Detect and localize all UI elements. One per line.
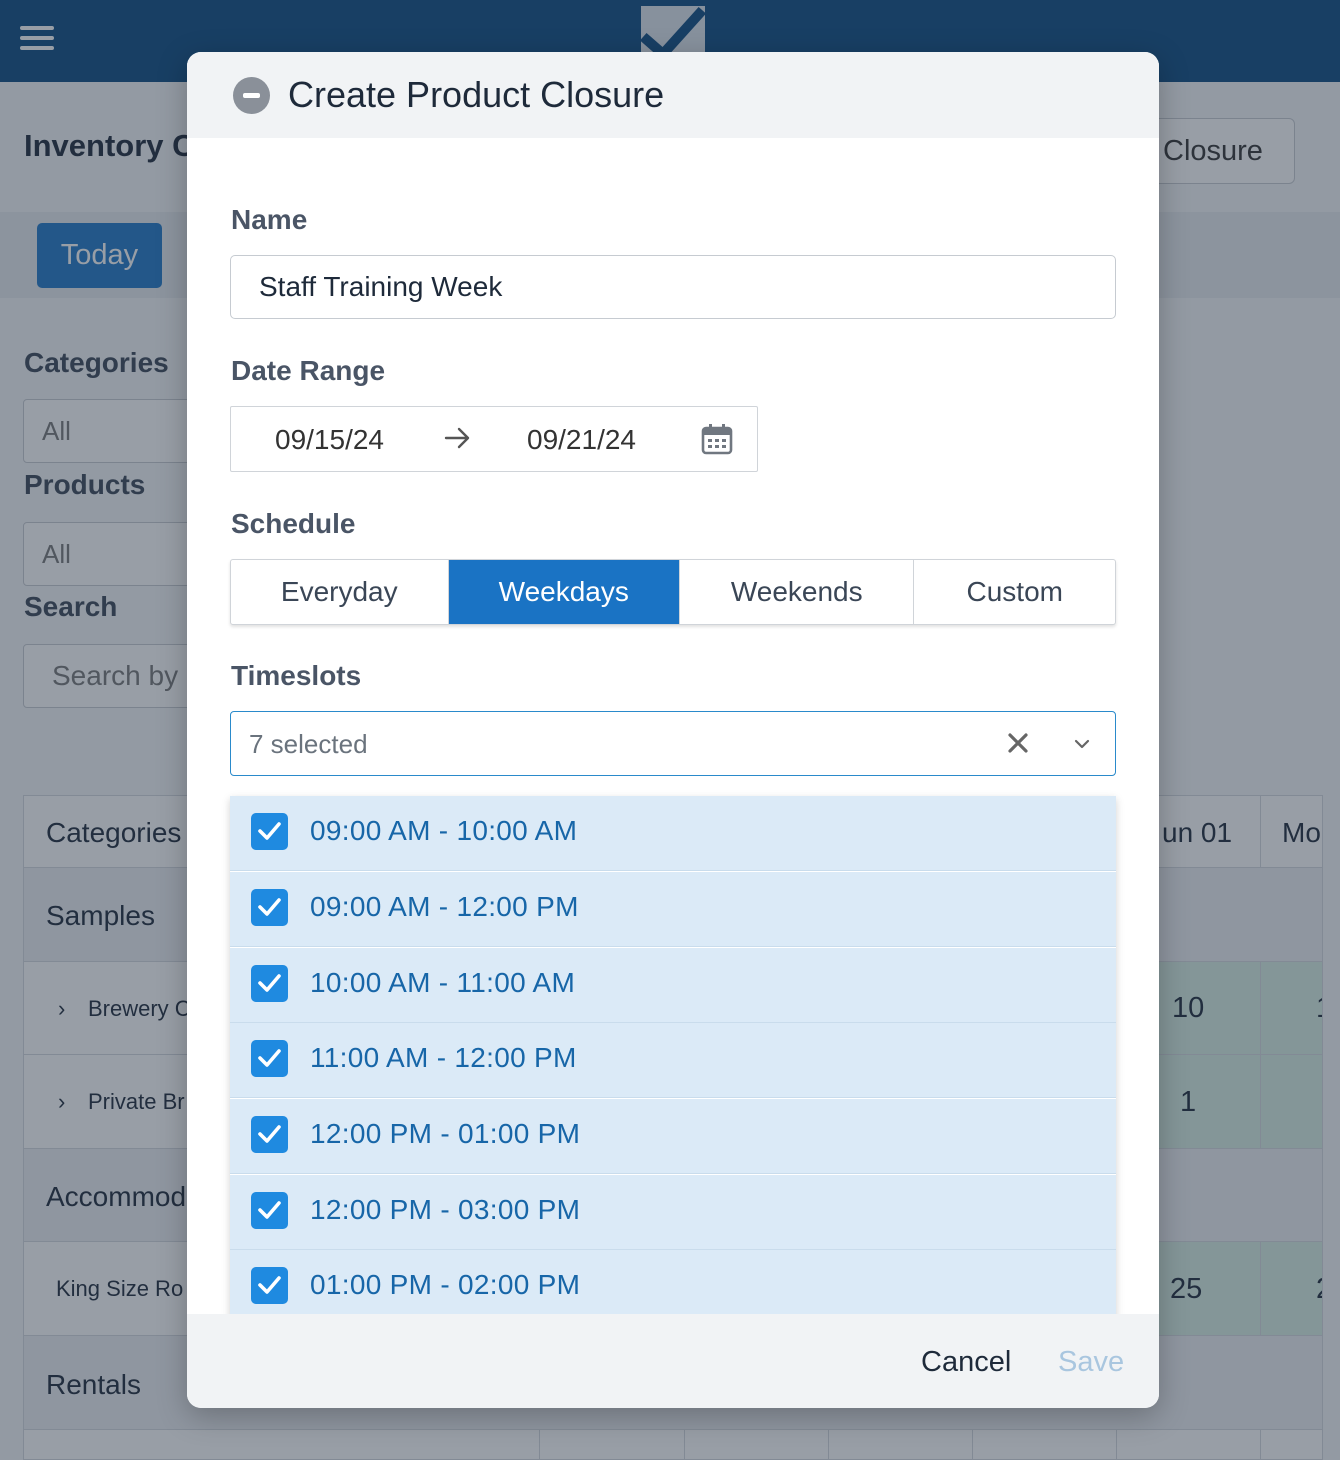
calendar-icon[interactable] [701,423,733,455]
timeslot-label: 01:00 PM - 02:00 PM [310,1269,581,1300]
timeslot-label: 12:00 PM - 01:00 PM [310,1118,581,1149]
timeslot-label: 10:00 AM - 11:00 AM [310,967,576,998]
checkbox-checked-icon[interactable] [251,1116,288,1153]
schedule-label: Schedule [231,508,356,539]
timeslot-option[interactable]: 10:00 AM - 11:00 AM [230,948,1116,1023]
checkbox-checked-icon[interactable] [251,1192,288,1229]
timeslot-option[interactable]: 09:00 AM - 12:00 PM [230,872,1116,947]
timeslot-label: 09:00 AM - 12:00 PM [310,891,579,922]
date-end[interactable]: 09/21/24 [527,424,636,456]
schedule-option-everyday[interactable]: Everyday [231,560,449,624]
checkbox-checked-icon[interactable] [251,1267,288,1304]
checkbox-checked-icon[interactable] [251,965,288,1002]
name-input[interactable] [230,255,1116,319]
timeslots-selected-count: 7 selected [249,729,368,759]
timeslot-label: 09:00 AM - 10:00 AM [310,815,578,846]
timeslots-label: Timeslots [231,660,362,691]
timeslot-option[interactable]: 12:00 PM - 03:00 PM [230,1175,1116,1250]
timeslot-label: 11:00 AM - 12:00 PM [310,1042,577,1073]
name-label: Name [231,204,308,235]
timeslots-dropdown-list[interactable]: 09:00 AM - 10:00 AM 09:00 AM - 12:00 PM … [230,796,1116,1330]
collapse-icon[interactable] [233,77,270,114]
timeslot-option[interactable]: 11:00 AM - 12:00 PM [230,1023,1116,1098]
dialog-header: Create Product Closure [187,52,1159,138]
timeslot-option[interactable]: 09:00 AM - 10:00 AM [230,796,1116,871]
schedule-option-weekends[interactable]: Weekends [680,560,915,624]
date-range-picker[interactable]: 09/15/24 09/21/24 [230,406,758,472]
create-product-closure-dialog: Create Product Closure Name Date Range 0… [187,52,1159,1408]
date-range-label: Date Range [231,355,386,386]
save-button[interactable]: Save [1058,1346,1124,1379]
clear-icon[interactable] [1006,731,1030,755]
dialog-title: Create Product Closure [288,74,665,115]
cancel-button[interactable]: Cancel [921,1346,1011,1379]
timeslot-option[interactable]: 12:00 PM - 01:00 PM [230,1099,1116,1174]
timeslot-label: 12:00 PM - 03:00 PM [310,1194,581,1225]
schedule-option-weekdays[interactable]: Weekdays [448,560,680,624]
date-start[interactable]: 09/15/24 [275,424,384,456]
checkbox-checked-icon[interactable] [251,813,288,850]
checkbox-checked-icon[interactable] [251,1040,288,1077]
arrow-right-icon [444,427,470,449]
checkbox-checked-icon[interactable] [251,889,288,926]
schedule-segmented-control: Everyday Weekdays Weekends Custom [230,559,1116,625]
chevron-down-icon[interactable] [1073,735,1091,753]
schedule-option-custom[interactable]: Custom [914,560,1115,624]
dialog-footer [187,1314,1159,1408]
timeslots-multiselect[interactable]: 7 selected [230,711,1116,776]
